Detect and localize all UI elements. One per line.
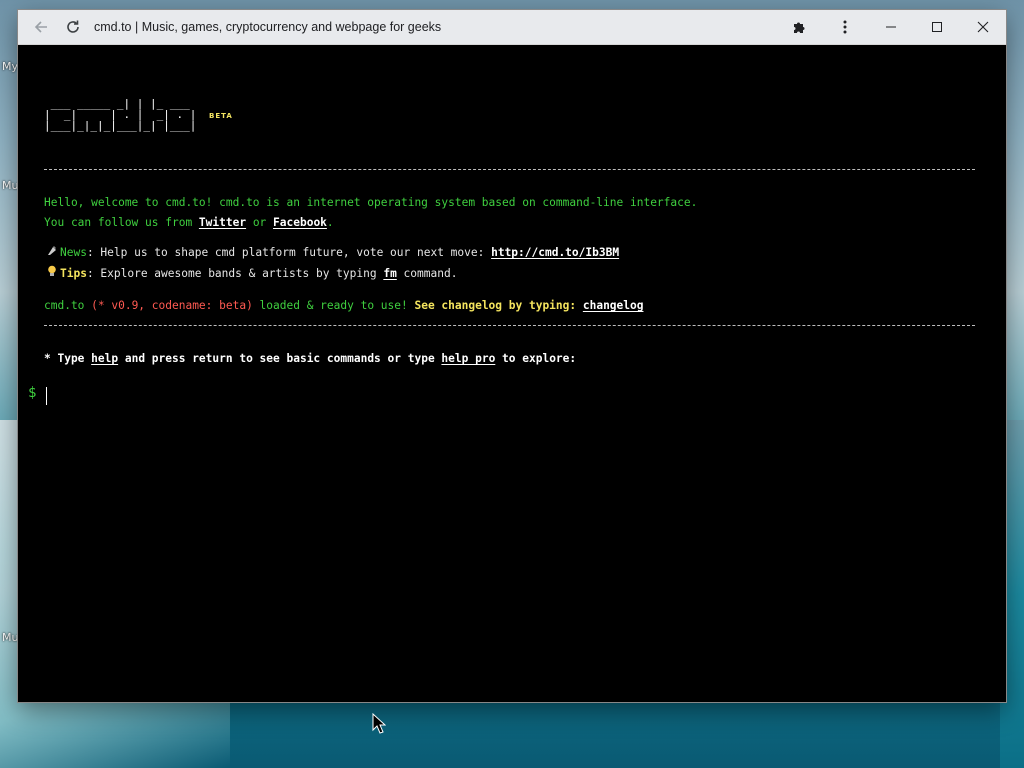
browser-window: cmd.to | Music, games, cryptocurrency an… xyxy=(18,10,1006,702)
close-button[interactable] xyxy=(960,10,1006,44)
puzzle-icon xyxy=(794,22,805,33)
vote-link[interactable]: http://cmd.to/Ib3BM xyxy=(491,246,619,259)
back-button[interactable] xyxy=(26,12,56,42)
tips-text-a: : Explore awesome bands & artists by typ… xyxy=(86,267,384,280)
help-command[interactable]: help xyxy=(91,352,118,365)
welcome-line-2: You can follow us from Twitter or Facebo… xyxy=(44,216,334,229)
close-icon xyxy=(977,21,989,33)
arrow-left-icon xyxy=(34,21,47,33)
follow-text: You can follow us from xyxy=(44,216,199,229)
text-cursor[interactable] xyxy=(46,387,47,405)
page-title: cmd.to | Music, games, cryptocurrency an… xyxy=(94,20,442,34)
tips-line: Tips: Explore awesome bands & artists by… xyxy=(44,265,457,280)
minimize-icon xyxy=(886,26,896,28)
tips-label: Tips xyxy=(60,267,87,280)
mouse-pointer-icon xyxy=(372,713,386,734)
divider-top xyxy=(44,169,975,170)
period-text: . xyxy=(326,216,334,229)
desktop-icon-label-1[interactable]: My xyxy=(2,60,18,73)
news-line: News: Help us to shape cmd platform futu… xyxy=(44,245,619,259)
help-text-c: to explore: xyxy=(495,352,577,365)
status-version: (* v0.9, codename: beta) xyxy=(91,299,253,312)
help-pro-command[interactable]: help pro xyxy=(441,352,495,365)
beta-badge: BETA xyxy=(209,112,233,120)
maximize-icon xyxy=(932,22,942,32)
welcome-line-1: Hello, welcome to cmd.to! cmd.to is an i… xyxy=(44,196,698,209)
reload-icon xyxy=(67,20,79,33)
reload-button[interactable] xyxy=(58,12,88,42)
status-changelog-text: See changelog by typing: xyxy=(414,299,583,312)
maximize-button[interactable] xyxy=(914,10,960,44)
news-text: : Help us to shape cmd platform future, … xyxy=(86,246,492,259)
terminal-area[interactable]: ___ _____ _| | |_ ___ | _| | . | _| . | … xyxy=(18,45,1006,702)
changelog-command[interactable]: changelog xyxy=(583,299,644,312)
fm-command[interactable]: fm xyxy=(383,267,396,280)
tips-text-b: command. xyxy=(396,267,458,280)
divider-bottom xyxy=(44,325,975,326)
help-text-a: * Type xyxy=(44,352,92,365)
help-line: * Type help and press return to see basi… xyxy=(44,352,576,365)
twitter-link[interactable]: Twitter xyxy=(199,216,246,229)
or-text: or xyxy=(246,216,274,229)
lightbulb-icon xyxy=(47,265,60,280)
prompt-symbol: $ xyxy=(28,385,37,401)
desktop-icon-label-3[interactable]: Mu xyxy=(2,631,18,644)
status-name: cmd.to xyxy=(44,299,92,312)
kebab-menu-icon xyxy=(843,20,847,34)
facebook-link[interactable]: Facebook xyxy=(273,216,327,229)
minimize-button[interactable] xyxy=(868,10,914,44)
status-line: cmd.to (* v0.9, codename: beta) loaded &… xyxy=(44,299,643,312)
cmd-logo-ascii: ___ _____ _| | |_ ___ | _| | . | _| . | … xyxy=(44,97,197,132)
news-label: News xyxy=(60,246,87,259)
status-loaded: loaded & ready to use! xyxy=(252,299,415,312)
help-text-b: and press return to see basic commands o… xyxy=(118,352,442,365)
news-icon xyxy=(47,245,60,259)
title-bar: cmd.to | Music, games, cryptocurrency an… xyxy=(18,10,1006,45)
menu-button[interactable] xyxy=(822,10,868,44)
desktop-icon-label-2[interactable]: Mu xyxy=(2,179,18,192)
extensions-button[interactable] xyxy=(776,10,822,44)
